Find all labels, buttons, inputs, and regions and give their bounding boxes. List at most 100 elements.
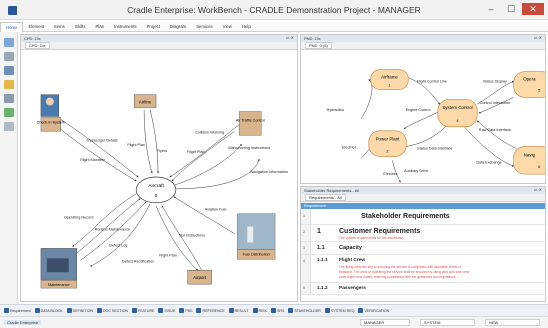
label-data-exchange: Data Exchange xyxy=(476,160,502,164)
link-stakeholder[interactable]: STAKEHOLDER xyxy=(288,308,321,313)
label-aviation-fuel: Aviation Fuel xyxy=(205,208,227,212)
link-icon xyxy=(288,308,294,313)
link-reference[interactable]: REFERENCE xyxy=(196,308,225,313)
menu-view[interactable]: View xyxy=(218,22,237,32)
req-title: Capacity xyxy=(339,245,362,251)
flow-aviation-fuel xyxy=(173,196,235,234)
requirements-list: Requirement 1 Stakeholder Requirements 2… xyxy=(301,203,545,301)
aircraft-label: Aircraft xyxy=(148,183,164,189)
link-doc-section[interactable]: DOC SECTION xyxy=(97,308,128,313)
pane-controls-icon[interactable]: ▭ ✕ xyxy=(286,35,294,40)
operations-node[interactable] xyxy=(513,71,545,98)
process-diagram: Airframe 1 System Control 4 Power Plant … xyxy=(301,50,545,183)
folder-icon[interactable] xyxy=(4,80,14,89)
link-risk[interactable]: RISK xyxy=(252,308,267,313)
link-requirement[interactable]: Requirement xyxy=(4,308,31,313)
label-passenger-details: Passenger Details xyxy=(87,138,118,142)
req-text: The flying crew are key to ensuring the … xyxy=(339,265,461,269)
menu-element[interactable]: Element xyxy=(23,22,49,32)
link-icon xyxy=(97,308,102,313)
diagram-tab[interactable]: CPD: Ctx xyxy=(21,42,297,50)
check-in-label: Check In System xyxy=(37,120,65,124)
link-icon xyxy=(179,308,185,313)
link-issue[interactable]: ISSUE xyxy=(158,308,175,313)
menu-help[interactable]: Help xyxy=(237,22,256,32)
requirement-row[interactable]: 5 1.1.2 Passengers xyxy=(301,283,545,295)
pane-header: PND: Ctx ▭ ✕ xyxy=(301,35,545,42)
label-raw-data: Raw Data Interface xyxy=(479,128,511,132)
link-icon xyxy=(131,308,137,313)
menu-instruments[interactable]: Instruments xyxy=(109,22,141,32)
req-title: Customer Requirements xyxy=(339,228,421,235)
airport-label: Airport xyxy=(193,275,207,280)
menu-project[interactable]: Project xyxy=(142,22,165,32)
minimize-button[interactable]: – xyxy=(484,3,498,15)
menu-plan[interactable]: Plan xyxy=(91,22,110,32)
maintenance-label: Maintenance xyxy=(48,283,69,287)
airline-label: Airline xyxy=(139,100,152,105)
aircraft-number: 0 xyxy=(155,193,158,199)
link-definition[interactable]: DEFINITION xyxy=(66,308,93,313)
req-title: Stakeholder Requirements xyxy=(361,213,450,220)
flow-passenger-details xyxy=(60,119,139,178)
link-srs[interactable]: SRS xyxy=(270,308,284,313)
settings-icon[interactable] xyxy=(4,122,14,131)
title-bar: Cradle Enterprise: WorkBench - CRADLE De… xyxy=(0,0,548,20)
link-icon xyxy=(252,308,258,313)
status-user: MANAGER xyxy=(360,319,410,326)
navigation-label: Navig xyxy=(524,152,536,157)
list-icon[interactable] xyxy=(4,66,14,75)
fuel-label: Fuel Distribution xyxy=(243,252,270,256)
requirements-pane: Stakeholder Requirements - All ▭ ✕ Requir… xyxy=(300,186,546,302)
pane-controls-icon[interactable]: ▭ ✕ xyxy=(534,35,542,40)
link-pbs[interactable]: PBS xyxy=(179,308,192,313)
requirement-row[interactable]: 4 1.1.1 Flight Crew The flying crew are … xyxy=(301,255,545,283)
link-feature[interactable]: FEATURE xyxy=(131,308,154,313)
diagram-tab[interactable]: PND: 0 (6) xyxy=(301,42,545,50)
atc-node[interactable] xyxy=(239,111,262,136)
label-hydraulics: Hydraulics xyxy=(327,108,345,112)
grid-icon[interactable] xyxy=(4,52,14,61)
maximize-button[interactable]: ☐ xyxy=(504,3,518,15)
flow-flight-plan-1 xyxy=(143,109,153,174)
aircraft-node[interactable] xyxy=(135,176,177,204)
link-system-req[interactable]: SYSTEM REQ xyxy=(324,308,354,313)
navigation-node[interactable] xyxy=(513,146,545,175)
airframe-label: Airframe xyxy=(381,75,398,80)
link-verification[interactable]: VERIFICATION xyxy=(358,308,389,313)
menu-services[interactable]: Services xyxy=(191,22,217,32)
status-system: SYSTEM xyxy=(420,319,475,326)
link-data-block[interactable]: DATA BLOCK xyxy=(34,308,63,313)
menu-diagram[interactable]: Diagram xyxy=(165,22,191,32)
label-status-data: Status Data Interface xyxy=(417,147,452,151)
link-result[interactable]: RESULT xyxy=(228,308,249,313)
requirement-row[interactable]: 2 1 Customer Requirements The system req… xyxy=(301,225,545,242)
operations-label: Opera xyxy=(523,77,536,82)
flow-flight-plan-3 xyxy=(155,205,199,271)
label-electrics-1: Electrics xyxy=(342,146,356,150)
row-index: 2 xyxy=(303,230,305,234)
label-auxiliary-drive: Auxiliary Drive xyxy=(404,169,428,173)
pane-controls-icon[interactable]: ▭ ✕ xyxy=(534,187,542,192)
power-plant-number: 2 xyxy=(386,148,388,153)
power-plant-label: Power Plant xyxy=(376,137,401,142)
window-title: Cradle Enterprise: WorkBench - CRADLE De… xyxy=(127,5,421,15)
requirements-tab[interactable]: Requirements - All xyxy=(301,194,545,202)
label-navigation: Navigation Information xyxy=(250,170,288,174)
chart-icon[interactable] xyxy=(4,108,14,117)
atc-label: Air Traffic Control xyxy=(236,118,265,122)
search-icon[interactable] xyxy=(4,94,14,103)
flow-flight-manifest xyxy=(60,129,137,182)
link-icon xyxy=(324,308,330,313)
menu-items[interactable]: Items xyxy=(49,22,70,32)
menu-home[interactable]: Home xyxy=(0,22,24,32)
requirement-row[interactable]: 3 1.1 Capacity xyxy=(301,242,545,255)
close-button[interactable]: ✕ xyxy=(522,3,544,15)
flow-taxi xyxy=(161,205,202,271)
requirement-row[interactable]: 1 Stakeholder Requirements xyxy=(301,209,545,225)
explorer-icon[interactable] xyxy=(4,38,14,47)
label-operating-record: Operating Record xyxy=(64,216,94,220)
system-control-label: System Control xyxy=(442,105,472,110)
link-icon xyxy=(196,308,202,313)
menu-shifts[interactable]: Shifts xyxy=(70,22,91,32)
